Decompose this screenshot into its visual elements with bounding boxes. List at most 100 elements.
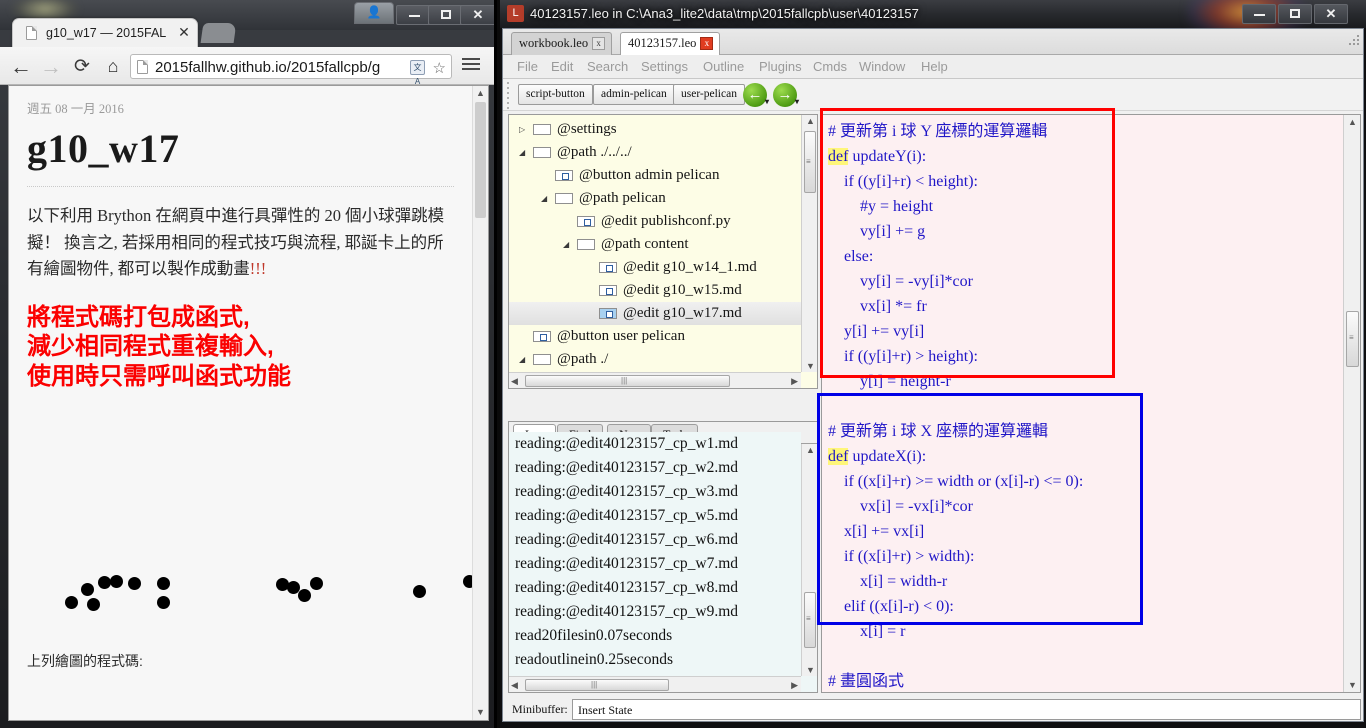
node-icon[interactable] [555, 193, 573, 204]
chevron-down-icon[interactable]: ▾ [765, 90, 769, 113]
user-pelican-button[interactable]: user-pelican [673, 84, 745, 105]
node-icon[interactable] [599, 285, 617, 296]
menu-edit[interactable]: Edit [551, 59, 573, 74]
body-editor-pane[interactable]: # 更新第 i 球 Y 座標的運算邏輯 def updateY(i): if ((… [821, 114, 1361, 693]
menu-search[interactable]: Search [587, 59, 628, 74]
code-line: y[i] += vy[i] [828, 323, 925, 340]
chrome-menu-button[interactable] [462, 58, 480, 72]
page-icon [26, 26, 37, 40]
scrollbar-thumb[interactable] [475, 102, 486, 218]
browser-tab-active[interactable]: g10_w17 — 2015FALL 40 ✕ [12, 18, 198, 48]
menu-file[interactable]: File [517, 59, 538, 74]
scroll-right-icon[interactable]: ▶ [791, 376, 798, 387]
node-icon[interactable] [599, 308, 617, 319]
scroll-up-icon[interactable]: ▲ [806, 116, 815, 126]
node-icon[interactable] [555, 170, 573, 181]
expander-icon[interactable]: ◢ [541, 194, 550, 203]
leo-close-button[interactable]: ✕ [1314, 4, 1348, 24]
node-icon[interactable] [577, 216, 595, 227]
page-scrollbar[interactable]: ▲ ▼ [472, 86, 488, 720]
scroll-down-icon[interactable]: ▼ [1348, 680, 1357, 690]
leo-tab-workbook[interactable]: workbook.leo x [511, 32, 613, 55]
tree-node[interactable]: @button admin pelican [509, 164, 801, 187]
expander-icon[interactable]: ◢ [519, 148, 528, 157]
leo-tab-40123157[interactable]: 40123157.leo x [620, 32, 721, 56]
tree-vertical-scrollbar[interactable]: ▲ ≡ ▼ [801, 115, 817, 372]
expander-icon[interactable]: ◢ [519, 355, 528, 364]
minibuffer-value: Insert State [578, 703, 633, 717]
new-tab-button[interactable] [200, 23, 237, 43]
scroll-right-icon[interactable]: ▶ [791, 680, 798, 691]
tree-node[interactable]: @edit g10_w15.md [509, 279, 801, 302]
log-vertical-scrollbar[interactable]: ▲ ≡ ▼ [801, 444, 817, 676]
expander-icon[interactable]: ▷ [519, 125, 528, 134]
log-line: reading:@edit40123157_cp_w7.md [515, 555, 739, 572]
nav-back-button[interactable]: ← ▾ [743, 83, 769, 107]
scroll-up-icon[interactable]: ▲ [473, 86, 488, 101]
log-horizontal-scrollbar[interactable]: ◀ ||| ▶ [509, 676, 801, 692]
body-editor-text[interactable]: # 更新第 i 球 Y 座標的運算邏輯 def updateY(i): if ((… [822, 115, 1343, 692]
bookmark-star-icon[interactable]: ☆ [433, 59, 446, 77]
ball-2 [87, 597, 100, 611]
menu-help[interactable]: Help [921, 59, 948, 74]
chevron-down-icon[interactable]: ▾ [795, 90, 799, 113]
back-button[interactable]: ← [9, 55, 33, 79]
body-vertical-scrollbar[interactable]: ▲ ≡ ▼ [1343, 115, 1360, 692]
url-text: 2015fallhw.github.io/2015fallcpb/g [155, 59, 381, 76]
scroll-up-icon[interactable]: ▲ [806, 445, 815, 455]
leo-minimize-button[interactable] [1242, 4, 1276, 24]
code-line: if ((y[i]+r) > height): [828, 348, 978, 365]
scroll-up-icon[interactable]: ▲ [1348, 117, 1357, 127]
tab-close-icon[interactable]: ✕ [176, 25, 192, 41]
tab-close-icon[interactable]: x [592, 37, 606, 50]
tree-node-label: @path ./../../ [557, 144, 632, 160]
script-button[interactable]: script-button [518, 84, 593, 105]
tree-node[interactable]: @edit publishconf.py [509, 210, 801, 233]
forward-button[interactable]: → [39, 55, 63, 79]
tree-node[interactable]: ▷ @settings [509, 118, 801, 141]
node-icon[interactable] [599, 262, 617, 273]
drag-handle[interactable] [507, 82, 511, 109]
outline-tree-pane[interactable]: ▷ @settings ◢ @path ./../../ @button admin p… [508, 114, 818, 389]
menu-settings[interactable]: Settings [641, 59, 688, 74]
menu-window[interactable]: Window [859, 59, 905, 74]
tree-node[interactable]: ◢ @path ./../../ [509, 141, 801, 164]
tree-node[interactable]: @edit g10_w17.md [509, 302, 801, 325]
tab-close-icon[interactable]: x [700, 37, 714, 50]
scroll-left-icon[interactable]: ◀ [511, 376, 518, 387]
home-button[interactable]: ⌂ [101, 55, 125, 79]
tree-node-label: @button admin pelican [579, 167, 720, 183]
tree-node[interactable]: @edit g10_w14_1.md [509, 256, 801, 279]
node-icon[interactable] [533, 331, 551, 342]
node-icon[interactable] [533, 147, 551, 158]
menu-outline[interactable]: Outline [703, 59, 744, 74]
leo-maximize-button[interactable] [1278, 4, 1312, 24]
tree-node[interactable]: ◢ @path ./ [509, 348, 801, 371]
node-icon[interactable] [533, 354, 551, 365]
menu-cmds[interactable]: Cmds [813, 59, 847, 74]
thumb-grip: ≡ [1349, 333, 1354, 342]
scroll-left-icon[interactable]: ◀ [511, 680, 518, 691]
scrollbar-thumb[interactable] [525, 375, 730, 387]
expander-icon[interactable]: ◢ [563, 240, 572, 249]
node-icon[interactable] [577, 239, 595, 250]
log-line: readoutlinein0.25seconds [515, 651, 673, 668]
tree-node[interactable]: @button user pelican [509, 325, 801, 348]
tree-node[interactable]: ◢ @path content [509, 233, 801, 256]
scroll-down-icon[interactable]: ▼ [473, 705, 488, 720]
tree-node-label: @path pelican [579, 190, 666, 206]
menu-plugins[interactable]: Plugins [759, 59, 802, 74]
scroll-down-icon[interactable]: ▼ [806, 665, 815, 675]
admin-pelican-button[interactable]: admin-pelican [593, 84, 675, 105]
ball-0 [65, 595, 78, 609]
node-icon[interactable] [533, 124, 551, 135]
tree-node[interactable]: ◢ @path pelican [509, 187, 801, 210]
nav-forward-button[interactable]: → ▾ [773, 83, 799, 107]
window-resize-grip[interactable] [1349, 35, 1361, 47]
reload-button[interactable]: ⟳ [70, 55, 94, 79]
minibuffer-input[interactable]: Insert State [572, 699, 1361, 720]
address-bar[interactable]: 2015fallhw.github.io/2015fallcpb/g 文A ☆ [130, 54, 452, 86]
tree-horizontal-scrollbar[interactable]: ◀ ||| ▶ [509, 372, 801, 388]
translate-icon[interactable]: 文A [410, 60, 425, 86]
scroll-down-icon[interactable]: ▼ [806, 361, 815, 371]
